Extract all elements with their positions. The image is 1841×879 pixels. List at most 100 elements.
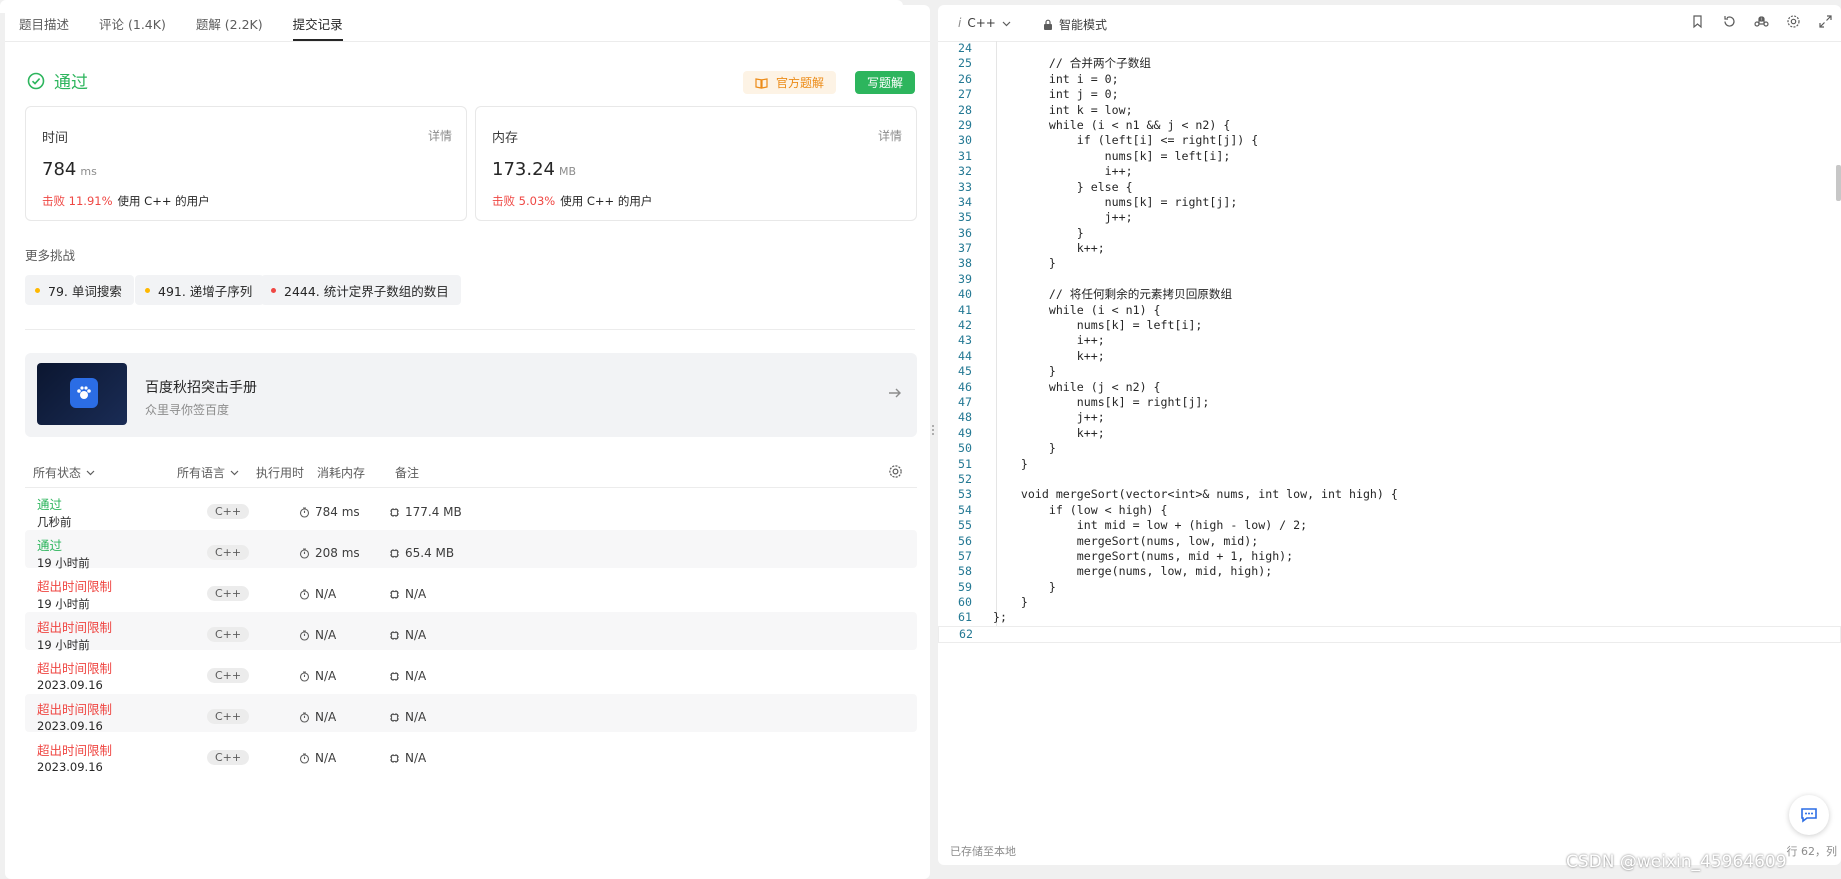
code-line[interactable]: 61}; <box>938 610 1841 625</box>
code-line[interactable]: 49 k++; <box>938 426 1841 441</box>
tab-submissions[interactable]: 提交记录 <box>292 14 343 41</box>
language-badge: C++ <box>207 668 250 683</box>
table-row[interactable]: 超出时间限制 19 小时前 C++ N/A N/A <box>25 612 917 652</box>
tab-solutions[interactable]: 题解 (2.2K) <box>196 14 263 41</box>
code-line[interactable]: 46 while (j < n2) { <box>938 380 1841 395</box>
code-line[interactable]: 29 while (i < n1 && j < n2) { <box>938 118 1841 133</box>
code-line[interactable]: 58 merge(nums, low, mid, high); <box>938 564 1841 579</box>
runtime-cell: 784 ms <box>299 505 360 519</box>
submission-status[interactable]: 超出时间限制 <box>37 576 112 595</box>
banner-image <box>37 363 127 425</box>
submission-status[interactable]: 超出时间限制 <box>37 617 112 636</box>
code-line[interactable]: 62 <box>938 625 1841 644</box>
promo-banner[interactable]: 百度秋招突击手册 众里寻你签百度 <box>25 353 917 437</box>
table-row[interactable]: 超出时间限制 2023.09.16 C++ N/A N/A <box>25 735 917 774</box>
code-line[interactable]: 53 void mergeSort(vector<int>& nums, int… <box>938 487 1841 502</box>
baidu-paw-icon <box>70 378 98 408</box>
code-line[interactable]: 33 } else { <box>938 180 1841 195</box>
code-line[interactable]: 50 } <box>938 441 1841 456</box>
code-line[interactable]: 48 j++; <box>938 410 1841 425</box>
panel-resize-handle[interactable] <box>931 420 935 440</box>
code-line[interactable]: 60 } <box>938 595 1841 610</box>
tab-description[interactable]: 题目描述 <box>19 14 69 41</box>
submission-status[interactable]: 超出时间限制 <box>37 658 112 677</box>
code-line[interactable]: 36 } <box>938 226 1841 241</box>
table-row[interactable]: 超出时间限制 2023.09.16 C++ N/A N/A <box>25 653 917 692</box>
official-solution-button[interactable]: 官方题解 <box>743 71 837 94</box>
line-number: 50 <box>958 441 972 456</box>
line-code: int k = low; <box>993 102 1133 117</box>
submission-time: 2023.09.16 <box>37 678 103 692</box>
code-line[interactable]: 55 int mid = low + (high - low) / 2; <box>938 518 1841 533</box>
code-line[interactable]: 40 // 将任何剩余的元素拷贝回原数组 <box>938 287 1841 302</box>
submission-status[interactable]: 通过 <box>37 535 62 554</box>
tab-comments[interactable]: 评论 (1.4K) <box>99 14 166 41</box>
code-line[interactable]: 30 if (left[i] <= right[j]) { <box>938 133 1841 148</box>
challenge-chip[interactable]: 79. 单词搜索 <box>25 275 134 305</box>
memory-value: N/A <box>405 710 427 724</box>
table-row[interactable]: 超出时间限制 19 小时前 C++ N/A N/A <box>25 571 917 611</box>
code-line[interactable]: 51 } <box>938 457 1841 472</box>
reset-icon[interactable] <box>1722 14 1737 29</box>
challenge-chip[interactable]: 491. 递增子序列 <box>135 275 265 305</box>
code-line[interactable]: 52 <box>938 472 1841 487</box>
code-line[interactable]: 28 int k = low; <box>938 103 1841 118</box>
chip-icon <box>390 671 399 681</box>
editor-scrollbar[interactable] <box>1836 165 1841 201</box>
chip-icon <box>390 630 399 640</box>
code-line[interactable]: 42 nums[k] = left[i]; <box>938 318 1841 333</box>
code-line[interactable]: 41 while (i < n1) { <box>938 303 1841 318</box>
table-row[interactable]: 通过 几秒前 C++ 784 ms 177.4 MB <box>25 489 917 529</box>
language-selector[interactable]: i C++ <box>958 16 1011 30</box>
code-line[interactable]: 24 <box>938 41 1841 56</box>
line-code: }; <box>993 610 1007 625</box>
code-line[interactable]: 37 k++; <box>938 241 1841 256</box>
submission-status[interactable]: 超出时间限制 <box>37 699 112 718</box>
code-line[interactable]: 39 <box>938 272 1841 287</box>
code-line[interactable]: 34 nums[k] = right[j]; <box>938 195 1841 210</box>
expand-icon[interactable] <box>1818 14 1833 29</box>
code-line[interactable]: 38 } <box>938 256 1841 271</box>
code-line[interactable]: 31 nums[k] = left[i]; <box>938 149 1841 164</box>
code-line[interactable]: 35 j++; <box>938 210 1841 225</box>
stopwatch-icon <box>299 629 310 641</box>
code-line[interactable]: 47 nums[k] = right[j]; <box>938 395 1841 410</box>
challenge-label: 2444. 统计定界子数组的数目 <box>284 283 449 299</box>
code-line[interactable]: 25 // 合并两个子数组 <box>938 56 1841 71</box>
status-filter[interactable]: 所有状态 <box>33 464 95 481</box>
write-solution-button[interactable]: 写题解 <box>855 71 916 94</box>
code-line[interactable]: 43 i++; <box>938 333 1841 348</box>
chip-icon <box>390 589 399 599</box>
runtime-value: N/A <box>315 587 337 601</box>
submission-status[interactable]: 通过 <box>37 494 62 513</box>
code-line[interactable]: 27 int j = 0; <box>938 87 1841 102</box>
gear-icon[interactable] <box>888 464 903 479</box>
smart-mode-toggle[interactable]: 智能模式 <box>1043 16 1107 33</box>
runtime-value: 784 <box>42 159 77 180</box>
code-area[interactable]: 24 25 // 合并两个子数组 26 int i = 0; 27 int j = 0… <box>938 41 1841 644</box>
code-line[interactable]: 44 k++; <box>938 349 1841 364</box>
line-number: 47 <box>958 394 972 409</box>
memory-detail-link[interactable]: 详情 <box>878 127 902 144</box>
memory-value: N/A <box>405 628 427 642</box>
line-number: 43 <box>958 333 972 348</box>
table-row[interactable]: 超出时间限制 2023.09.16 C++ N/A N/A <box>25 694 917 733</box>
code-line[interactable]: 54 if (low < high) { <box>938 503 1841 518</box>
code-line[interactable]: 57 mergeSort(nums, mid + 1, high); <box>938 549 1841 564</box>
code-line[interactable]: 32 i++; <box>938 164 1841 179</box>
bookmark-icon[interactable] <box>1690 14 1705 29</box>
code-line[interactable]: 59 } <box>938 580 1841 595</box>
submission-status[interactable]: 超出时间限制 <box>37 740 112 759</box>
difficulty-dot <box>271 287 276 293</box>
code-line[interactable]: 45 } <box>938 364 1841 379</box>
settings-icon[interactable] <box>1786 14 1801 29</box>
runtime-detail-link[interactable]: 详情 <box>428 127 452 144</box>
line-code: mergeSort(nums, low, mid); <box>993 533 1259 548</box>
command-icon[interactable] <box>1754 14 1769 29</box>
language-filter[interactable]: 所有语言 <box>177 464 239 481</box>
table-row[interactable]: 通过 19 小时前 C++ 208 ms 65.4 MB <box>25 530 917 570</box>
code-line[interactable]: 26 int i = 0; <box>938 72 1841 87</box>
challenge-chip[interactable]: 2444. 统计定界子数组的数目 <box>261 275 461 305</box>
code-line[interactable]: 56 mergeSort(nums, low, mid); <box>938 534 1841 549</box>
chat-button[interactable] <box>1789 795 1829 835</box>
